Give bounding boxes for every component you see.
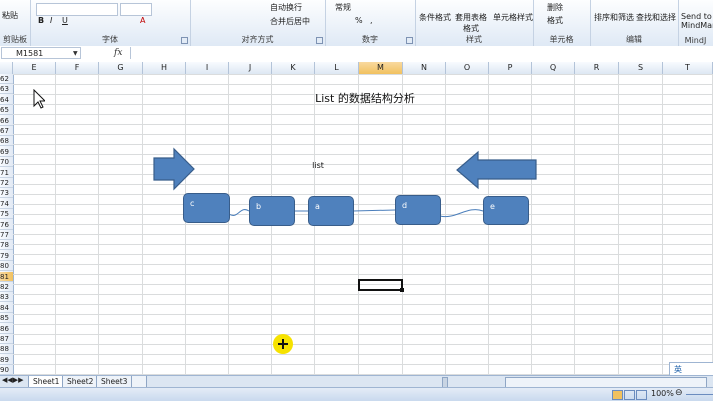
left-block-arrow: [456, 150, 537, 190]
tab-nav-icon[interactable]: ◀◀▶▶: [2, 376, 24, 384]
zoom-out-icon[interactable]: ⊖: [675, 388, 683, 398]
active-cell[interactable]: [358, 279, 403, 291]
node-e-label: e: [490, 202, 495, 211]
node-c-label: c: [190, 199, 195, 208]
node-c[interactable]: c: [183, 193, 230, 223]
node-e[interactable]: e: [483, 196, 529, 225]
status-bar: 100% ⊖: [0, 387, 713, 401]
arrows-layer: [153, 147, 537, 218]
ime-mode-label[interactable]: 英: [674, 365, 682, 374]
connector-a-d: [352, 209, 396, 212]
node-a[interactable]: a: [308, 196, 354, 226]
page-layout-icon[interactable]: [624, 390, 635, 400]
connector-c-b: [228, 209, 250, 216]
connector-d-e: [439, 209, 484, 218]
zoom-slider[interactable]: [686, 394, 713, 395]
node-a-label: a: [315, 202, 320, 211]
cursor-highlight-icon: [273, 334, 293, 354]
node-b-label: b: [256, 202, 262, 211]
fill-handle[interactable]: [400, 288, 404, 292]
normal-view-icon[interactable]: [612, 390, 623, 400]
zoom-level[interactable]: 100%: [651, 389, 674, 398]
mouse-pointer-icon: [33, 89, 45, 109]
right-block-arrow: [153, 147, 195, 191]
node-d-label: d: [402, 201, 408, 210]
page-break-icon[interactable]: [636, 390, 647, 400]
node-b[interactable]: b: [249, 196, 295, 226]
node-d[interactable]: d: [395, 195, 441, 225]
